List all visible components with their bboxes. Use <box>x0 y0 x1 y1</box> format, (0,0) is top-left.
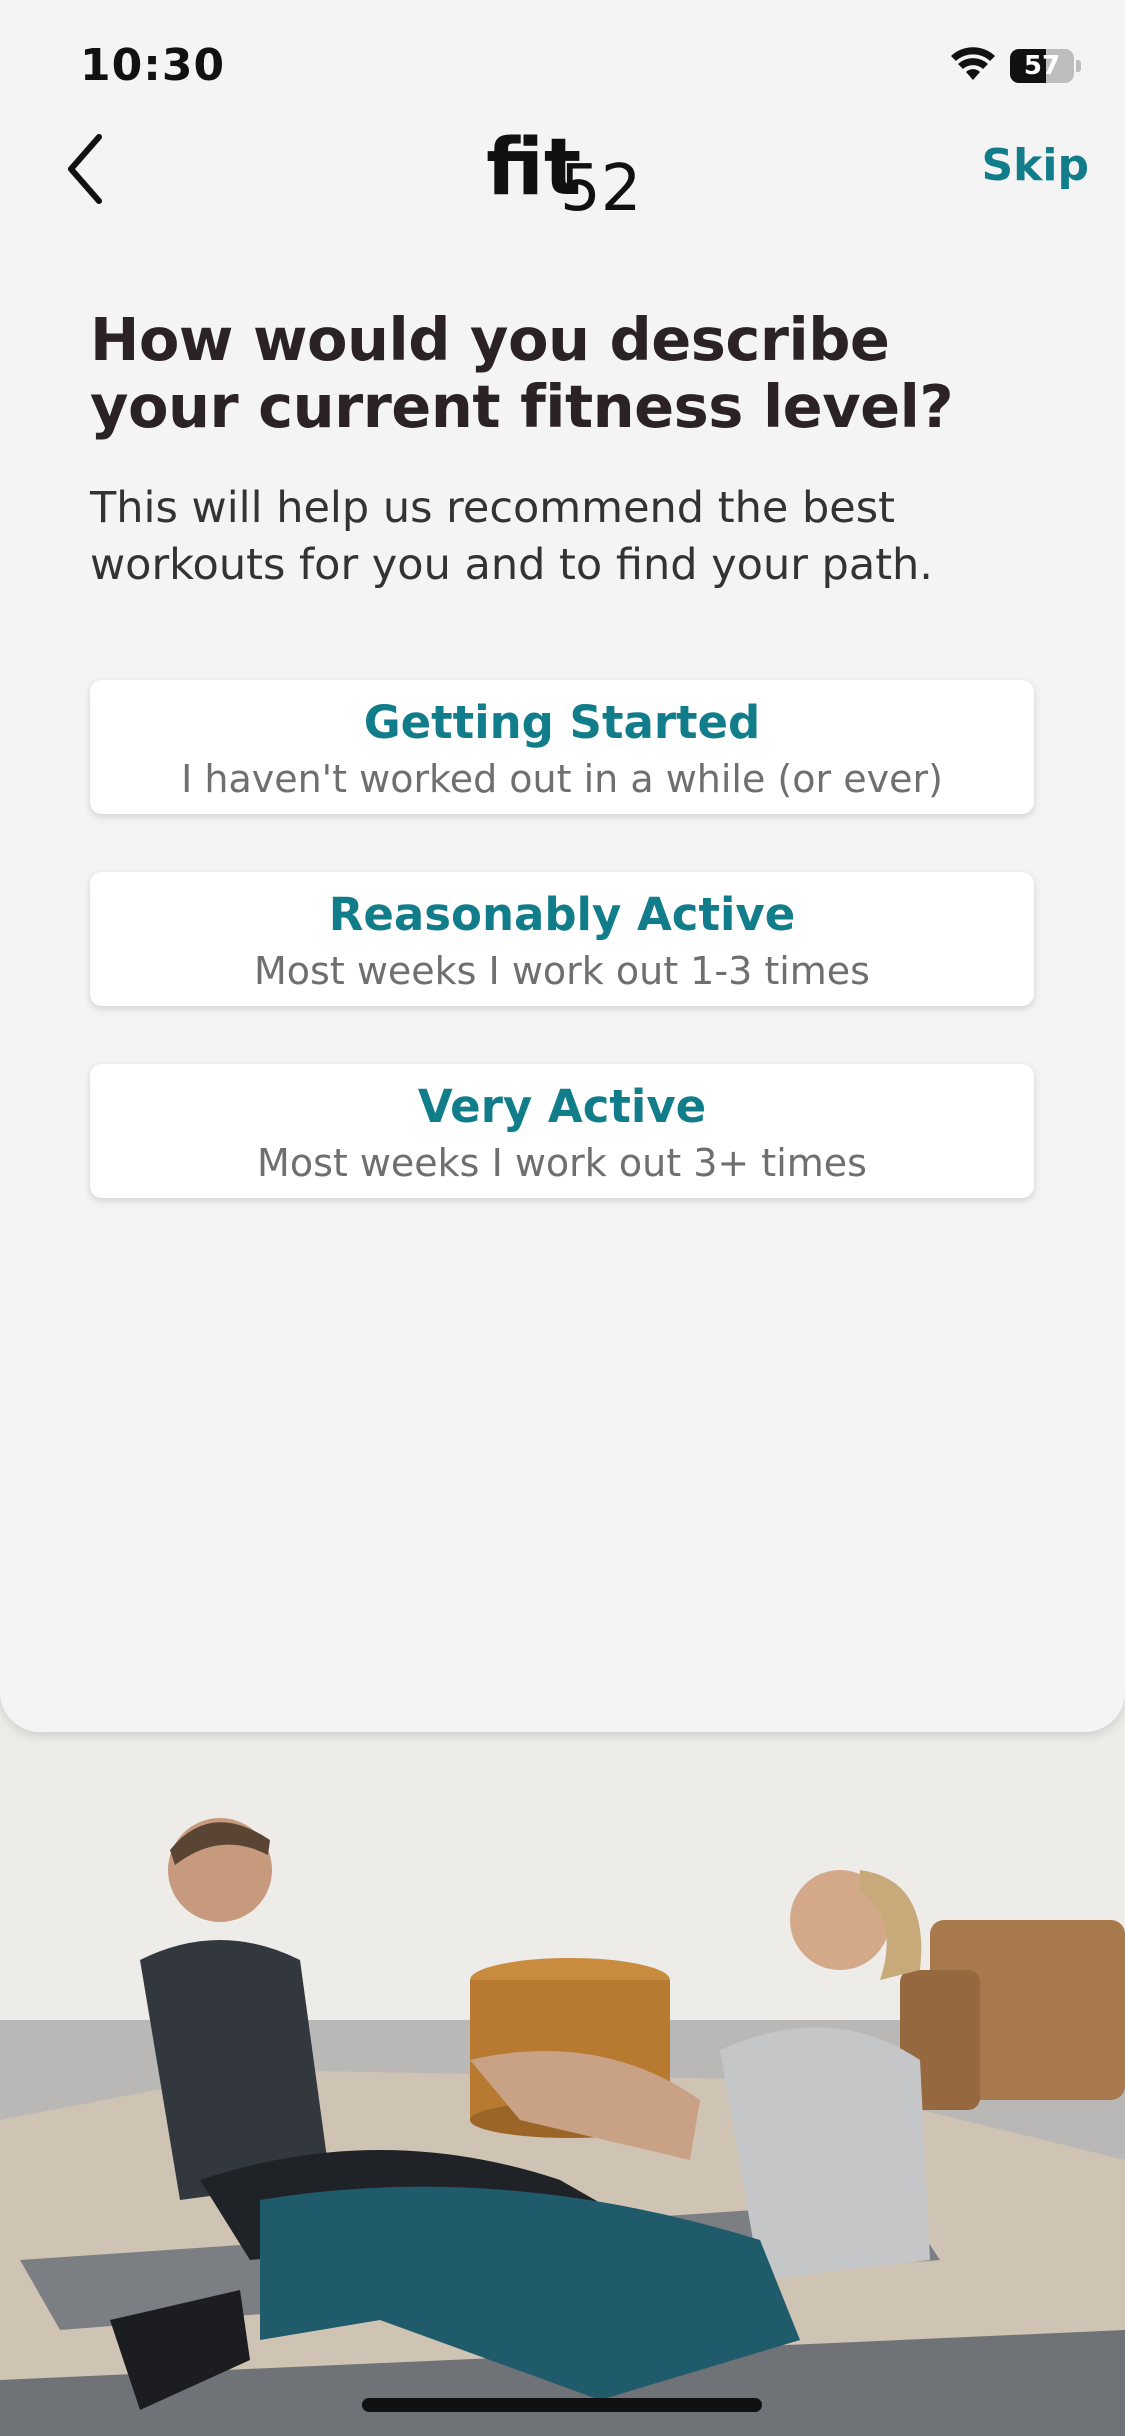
onboarding-card: 10:30 57 fit 52 Skip How would you descr… <box>0 0 1125 1732</box>
logo-number-text: 52 <box>560 152 641 216</box>
option-title: Reasonably Active <box>328 888 796 941</box>
workout-photo <box>0 1640 1125 2436</box>
option-description: Most weeks I work out 3+ times <box>257 1141 867 1185</box>
option-description: I haven't worked out in a while (or ever… <box>181 757 943 801</box>
onboarding-screen: 10:30 57 fit 52 Skip How would you descr… <box>0 0 1125 2436</box>
option-description: Most weeks I work out 1-3 times <box>254 949 870 993</box>
status-icons: 57 <box>950 46 1081 86</box>
option-getting-started[interactable]: Getting Started I haven't worked out in … <box>90 680 1034 814</box>
option-very-active[interactable]: Very Active Most weeks I work out 3+ tim… <box>90 1064 1034 1198</box>
page-subtitle: This will help us recommend the best wor… <box>90 483 933 590</box>
option-title: Getting Started <box>363 696 761 749</box>
page-title: How would you describe your current fitn… <box>90 305 954 441</box>
home-indicator <box>362 2398 762 2412</box>
skip-button[interactable]: Skip <box>981 140 1089 191</box>
back-button[interactable] <box>50 124 120 214</box>
option-title: Very Active <box>417 1080 707 1133</box>
battery-nub <box>1076 60 1081 72</box>
option-reasonably-active[interactable]: Reasonably Active Most weeks I work out … <box>90 872 1034 1006</box>
battery-level: 57 <box>1023 51 1061 81</box>
wifi-icon <box>950 46 996 86</box>
fit52-logo: fit 52 <box>486 112 642 226</box>
battery-icon: 57 <box>1010 49 1074 83</box>
chevron-left-icon <box>68 134 102 204</box>
status-time: 10:30 <box>80 40 226 91</box>
